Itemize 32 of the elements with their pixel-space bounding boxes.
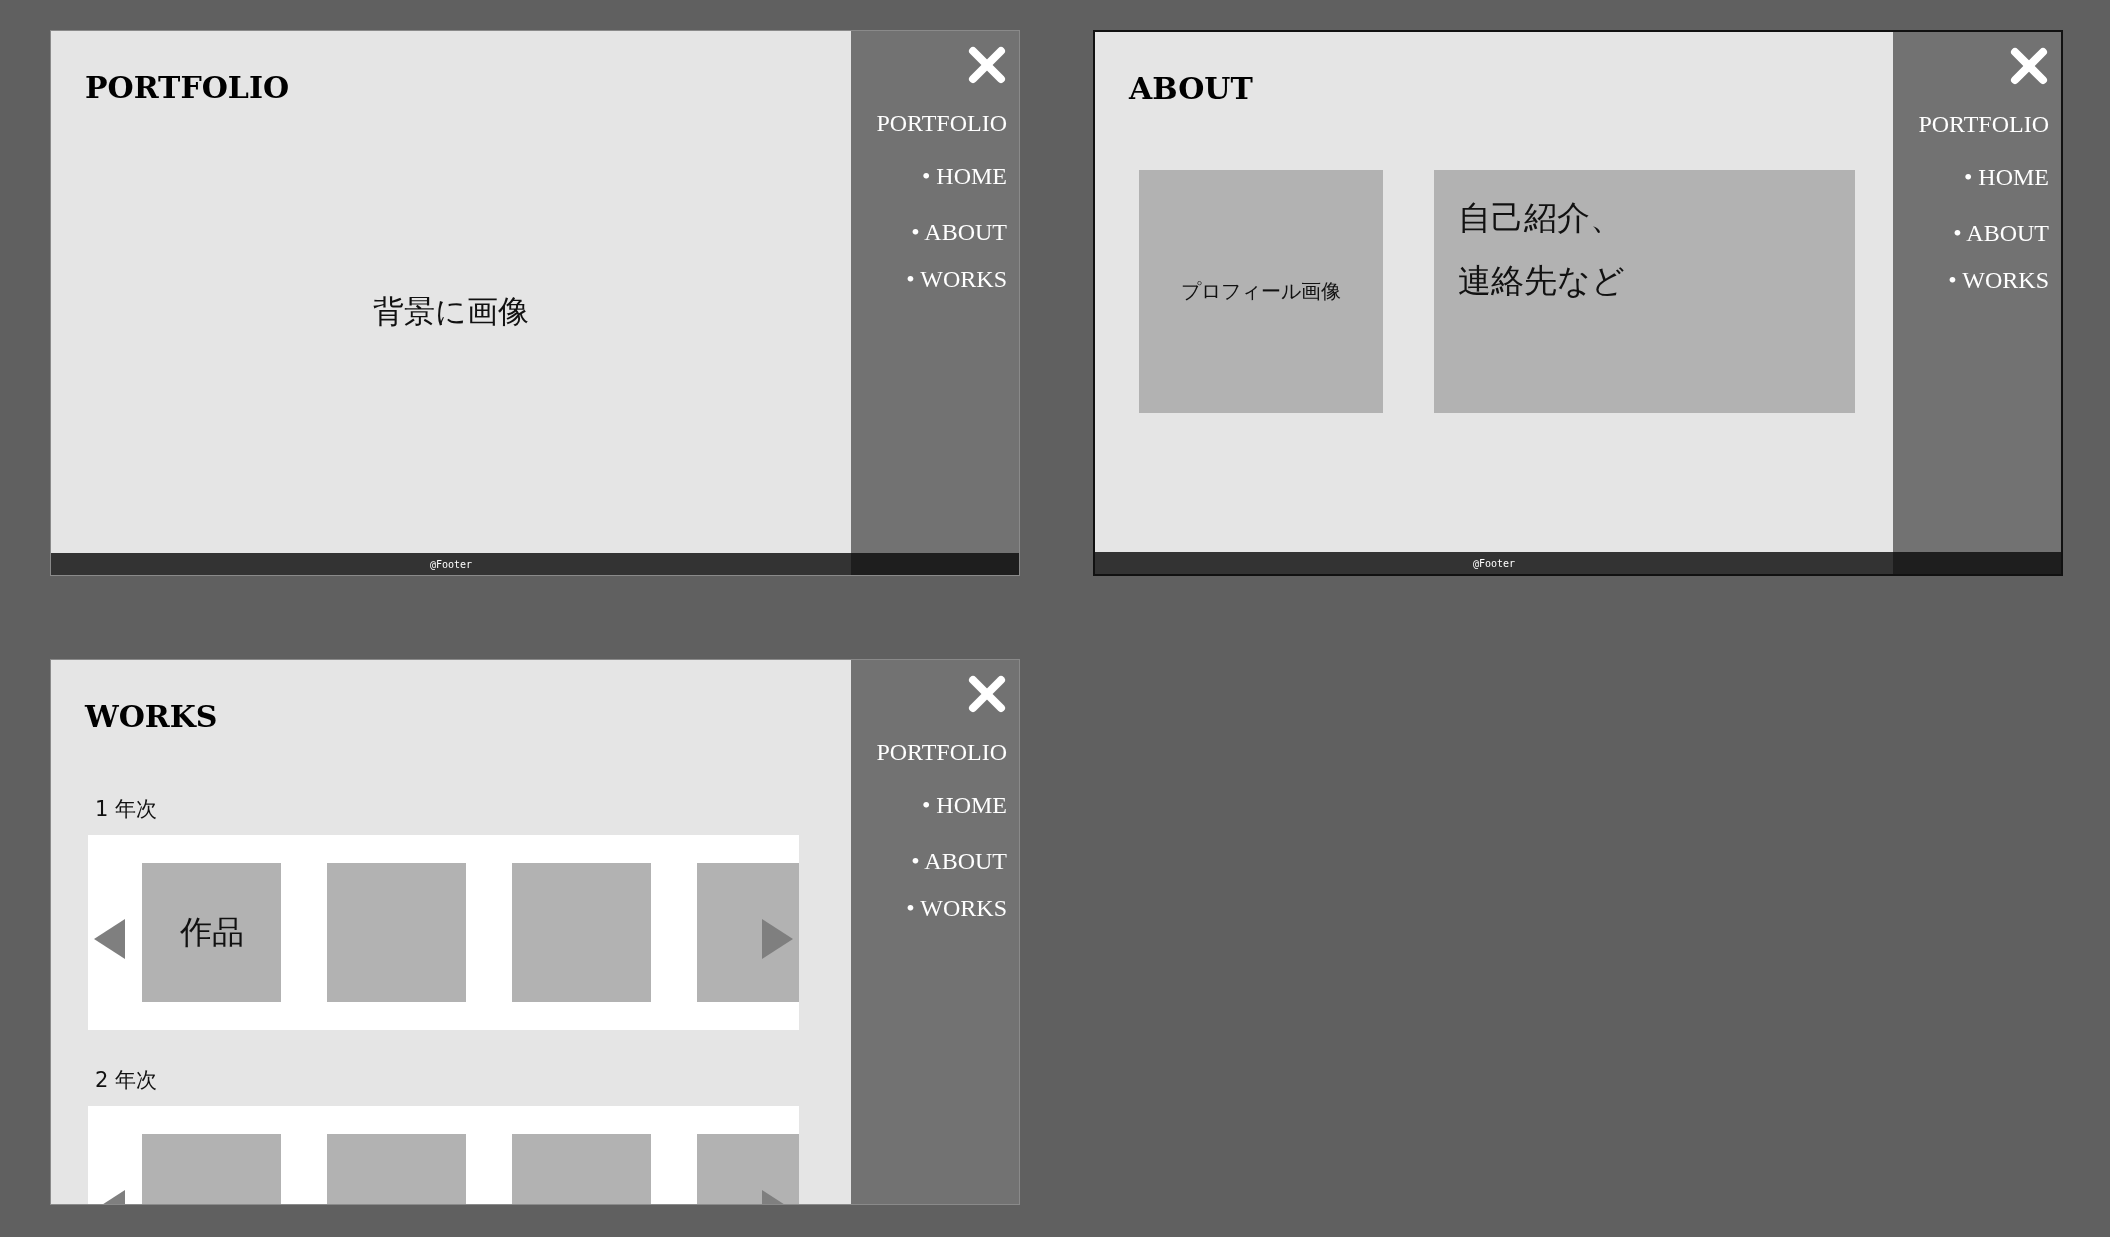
work-thumbnail[interactable] [512,863,651,1002]
menu-item[interactable]: • HOME [921,163,1007,190]
year-label: 2 年次 [95,1067,158,1094]
page-title: WORKS [85,699,218,734]
close-icon[interactable] [2009,46,2049,86]
year-label: 1 年次 [95,796,158,823]
menu-brand[interactable]: PORTFOLIO [876,110,1007,137]
work-thumbnail[interactable] [697,863,799,1002]
menu-item[interactable]: • WORKS [1948,267,2049,294]
work-thumbnail[interactable]: 作品 [142,863,281,1002]
menu-brand[interactable]: PORTFOLIO [1918,111,2049,138]
menu-item[interactable]: • ABOUT [911,219,1007,246]
background-label: 背景に画像 [373,292,529,331]
menu-item[interactable]: • ABOUT [1953,220,2049,247]
menu-brand[interactable]: PORTFOLIO [876,739,1007,766]
close-icon[interactable] [967,674,1007,714]
menu-item[interactable]: • WORKS [906,895,1007,922]
footer: @Footer [1095,552,1893,574]
work-thumbnail[interactable] [327,863,466,1002]
next-arrow-icon[interactable] [762,919,793,959]
page-title: PORTFOLIO [85,70,290,105]
footer: @Footer [51,553,851,575]
page-title: ABOUT [1129,71,1253,106]
menu-item[interactable]: • HOME [1963,164,2049,191]
intro-line: 自己紹介、 [1458,197,1623,239]
close-icon[interactable] [967,45,1007,85]
menu-item[interactable]: • ABOUT [911,848,1007,875]
intro-line: 連絡先など [1458,260,1625,302]
menu-item[interactable]: • WORKS [906,266,1007,293]
menu-item[interactable]: • HOME [921,792,1007,819]
previous-arrow-icon[interactable] [94,919,125,959]
profile-image-panel: プロフィール画像 [1139,170,1383,413]
